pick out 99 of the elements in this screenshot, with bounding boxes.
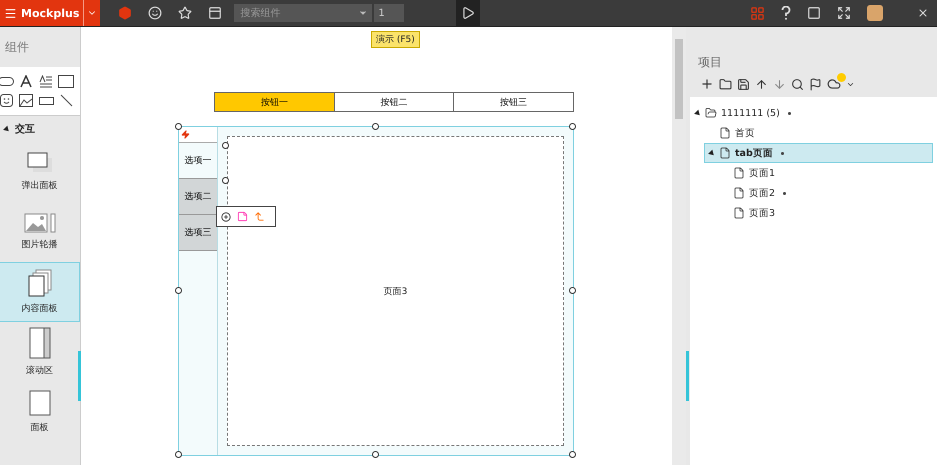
page-icon <box>733 207 745 219</box>
tree-item-label: 页面2 <box>749 186 776 200</box>
tree-item[interactable]: 页面2 <box>718 183 933 203</box>
page-icon <box>719 127 731 139</box>
save-icon[interactable] <box>737 78 750 90</box>
content-panel-widget[interactable]: 选项一 选项二 选项三 页面3 <box>178 126 574 456</box>
rectangle-widget-icon[interactable] <box>58 75 74 88</box>
tree-item[interactable]: 页面1 <box>718 163 933 183</box>
popup-window-icon <box>26 152 52 174</box>
grid-icon[interactable] <box>750 6 765 20</box>
resize-handle[interactable] <box>372 451 379 458</box>
search-field[interactable]: 搜索组件 <box>234 4 372 22</box>
star-icon[interactable] <box>178 6 192 20</box>
page-label: 页面3 <box>384 286 408 298</box>
paragraph-widget-icon[interactable] <box>39 75 53 88</box>
scroll-thumb[interactable] <box>675 39 683 119</box>
vertical-tab[interactable]: 选项二 <box>179 179 217 215</box>
add-icon[interactable] <box>221 212 231 222</box>
corner-arrow-icon[interactable] <box>254 211 265 222</box>
component-label: 滚动区 <box>26 364 53 377</box>
component-item[interactable]: 滚动区 <box>0 322 80 382</box>
page-icon <box>733 167 745 179</box>
panel-title: 项目 <box>697 54 723 71</box>
cube-icon[interactable] <box>118 6 132 20</box>
window-icon[interactable] <box>807 6 821 20</box>
scroll-area-icon <box>28 327 50 359</box>
tooltip: 演示 (F5) <box>371 31 420 48</box>
resize-handle[interactable] <box>569 123 576 130</box>
avatar[interactable] <box>867 5 883 21</box>
panel-icon <box>28 390 50 416</box>
panel-title: 组件 <box>4 38 30 56</box>
tree-item-label: 首页 <box>735 126 755 140</box>
stacked-pages-icon <box>28 269 52 297</box>
add-handle[interactable] <box>222 142 229 149</box>
component-label: 弹出面板 <box>22 180 58 192</box>
notification-badge <box>837 73 846 82</box>
component-item[interactable]: 面板 <box>0 382 80 442</box>
component-item[interactable]: 内容面板 <box>0 262 80 322</box>
segment-button[interactable]: 按钮一 <box>215 93 335 111</box>
scroll-thumb[interactable] <box>78 351 81 401</box>
up-arrow-icon[interactable] <box>755 78 768 90</box>
flag-icon[interactable] <box>809 78 822 90</box>
resize-handle[interactable] <box>569 287 576 294</box>
resize-handle[interactable] <box>175 123 182 130</box>
expand-triangle-icon[interactable] <box>708 149 716 157</box>
page-number[interactable]: 1 <box>374 4 404 22</box>
button-widget-icon[interactable] <box>0 77 14 86</box>
close-icon[interactable] <box>917 7 929 19</box>
note-icon[interactable] <box>237 211 248 222</box>
line-widget-icon[interactable] <box>60 94 72 107</box>
input-widget-icon[interactable] <box>38 96 54 104</box>
tree-item-label: 页面3 <box>749 206 776 220</box>
image-carousel-icon <box>24 213 56 233</box>
tree-item[interactable]: 1111111 (5) <box>690 103 933 123</box>
tree-item[interactable]: 页面3 <box>718 203 933 223</box>
scroll-thumb[interactable] <box>686 351 689 401</box>
page-icon <box>719 147 731 159</box>
folder-icon <box>705 107 717 119</box>
resize-handle[interactable] <box>175 287 182 294</box>
smiley-icon[interactable] <box>148 6 162 20</box>
tree-item-label: tab页面 <box>735 146 773 160</box>
tree-item[interactable]: tab页面 <box>704 143 933 163</box>
component-item[interactable]: 图片轮播 <box>0 202 80 262</box>
expand-triangle-icon <box>3 125 11 133</box>
cloud-icon[interactable] <box>827 77 841 91</box>
add-handle[interactable] <box>222 177 229 184</box>
expand-triangle-icon[interactable] <box>694 109 702 117</box>
help-icon[interactable] <box>781 6 791 20</box>
brand-dropdown-button[interactable] <box>83 0 100 26</box>
resize-handle[interactable] <box>569 451 576 458</box>
lightning-icon <box>181 130 190 139</box>
tree-item-label: 1111111 (5) <box>721 108 780 118</box>
section-label: 交互 <box>15 122 35 136</box>
add-icon[interactable] <box>700 77 714 91</box>
component-item[interactable]: 弹出面板 <box>0 142 80 202</box>
search-input[interactable]: 搜索组件 <box>238 6 358 20</box>
play-icon <box>461 6 476 20</box>
smiley-widget-icon[interactable] <box>0 94 12 107</box>
fullscreen-icon[interactable] <box>837 6 851 20</box>
component-label: 面板 <box>30 422 48 434</box>
brand-menu-button[interactable]: Mockplus <box>0 0 84 26</box>
resize-handle[interactable] <box>175 451 182 458</box>
image-widget-icon[interactable] <box>19 94 33 107</box>
brand-name: Mockplus <box>21 6 80 20</box>
tree-item[interactable]: 首页 <box>704 123 933 143</box>
tree-item-label: 页面1 <box>749 166 776 180</box>
preview-button[interactable] <box>456 0 480 26</box>
down-arrow-icon[interactable] <box>773 78 786 90</box>
vertical-tab[interactable]: 选项三 <box>179 215 217 251</box>
section-header[interactable]: 交互 <box>0 116 80 142</box>
search-icon[interactable] <box>791 78 804 90</box>
component-label: 内容面板 <box>22 302 58 315</box>
layout-icon[interactable] <box>208 6 222 20</box>
text-widget-icon[interactable] <box>20 75 32 88</box>
component-label: 图片轮播 <box>22 238 58 251</box>
folder-icon[interactable] <box>719 78 732 90</box>
page-icon <box>733 187 745 199</box>
resize-handle[interactable] <box>372 123 379 130</box>
menu-icon <box>4 6 17 20</box>
